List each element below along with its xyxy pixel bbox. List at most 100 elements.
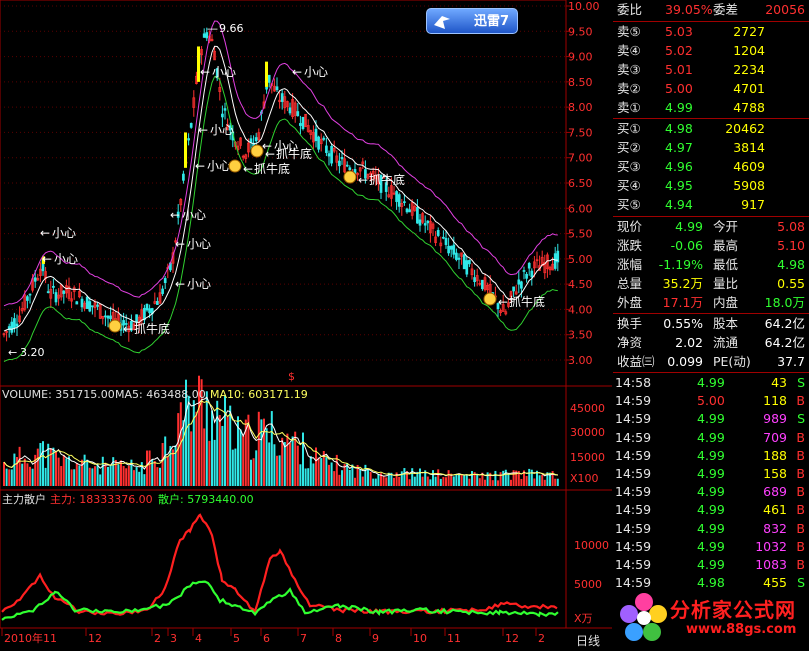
volume-bar — [91, 468, 94, 486]
volume-bar — [13, 453, 16, 486]
daily-tab[interactable]: 日线 — [576, 632, 600, 649]
candle-body — [163, 278, 167, 284]
volume-bar — [205, 391, 208, 486]
xunlei-popup-button[interactable]: 迅雷7 — [426, 8, 518, 34]
tick-side: B — [796, 538, 805, 554]
candle-body — [75, 301, 79, 305]
volume-bar — [426, 476, 429, 486]
volume-bar — [377, 473, 380, 486]
volume-bar — [458, 474, 460, 486]
stat-label: 最高 — [713, 238, 739, 253]
candle-body — [223, 108, 227, 111]
tick-time: 14:59 — [615, 466, 652, 481]
volume-bar — [317, 457, 320, 486]
volume-bar — [325, 457, 328, 486]
fund-value: 2.02 — [675, 335, 703, 350]
kline-chart-area[interactable]: ← 小心 ← 小心 ← 小心 ← 小心 ← 小心 ← 小心 ← 小心 ← 小心 ← 小心 ← 小心 ← 抓牛底 ← 抓牛底 ← 抓… — [0, 0, 612, 648]
volume-bar — [187, 395, 190, 486]
candle-body — [416, 207, 419, 224]
candle-body — [189, 123, 193, 128]
stat-value: -0.06 — [670, 238, 703, 253]
candle-body — [85, 296, 89, 309]
candle-body — [187, 138, 190, 141]
watermark-logo: 分析家公式网 www.88gs.com — [612, 588, 809, 648]
volume-bar — [283, 442, 286, 486]
candle-body — [317, 136, 320, 150]
candle-body — [522, 270, 526, 272]
zhuaniudi-label: 抓牛底 — [254, 161, 290, 176]
tick-price: 4.99 — [697, 557, 725, 572]
tick-volume: 1032 — [755, 538, 787, 554]
stat-value: -1.19% — [658, 257, 703, 272]
candle-body — [423, 223, 427, 226]
volume-bar — [429, 479, 432, 486]
volume-bar — [478, 478, 481, 486]
candle-body — [327, 153, 331, 157]
buy-row: 买③ 4.96 4609 — [613, 158, 809, 176]
arrow-label: ← — [292, 65, 302, 79]
volume-axis-label: X100 — [570, 472, 599, 485]
volume-bar — [159, 467, 161, 486]
candle-body — [436, 230, 440, 236]
tick-price: 4.99 — [697, 484, 725, 500]
volume-axis-label: 30000 — [570, 426, 605, 439]
volume-bar — [229, 405, 232, 486]
quote-panel: 委比 39.05% 委差 20056 卖⑤ 5.03 2727 卖④ 5.02 1204 卖… — [613, 0, 809, 648]
price-axis-label: 9.00 — [568, 51, 593, 64]
volume-bar — [166, 456, 169, 486]
buy-price: 4.96 — [665, 159, 693, 174]
fund-value: 37.7 — [777, 354, 805, 369]
tick-volume: 461 — [763, 502, 787, 518]
volume-bar — [68, 456, 70, 486]
arrow-label: ← — [358, 173, 368, 187]
arrow-label: ← — [42, 252, 52, 266]
buy-price: 4.95 — [665, 178, 693, 193]
volume-bar — [86, 459, 89, 486]
candle-body — [46, 291, 50, 293]
buy-label: 买① — [617, 121, 641, 136]
volume-bar — [403, 468, 406, 486]
volume-bar — [60, 466, 63, 486]
volume-bar — [476, 474, 479, 486]
volume-bar — [65, 458, 68, 486]
bird-icon — [434, 16, 450, 29]
volume-bar — [291, 436, 294, 486]
sell-row: 卖⑤ 5.03 2727 — [613, 23, 809, 41]
volume-bar — [143, 474, 146, 486]
volume-bar — [83, 454, 86, 486]
tick-time: 14:59 — [615, 429, 652, 445]
volume-bar — [125, 468, 128, 486]
stat-value: 4.99 — [675, 219, 703, 234]
buy-volume: 4609 — [733, 159, 765, 174]
tick-side: B — [796, 466, 805, 481]
volume-bar — [3, 462, 5, 486]
volume-bar — [416, 471, 419, 486]
arrow-label: ← — [243, 162, 253, 176]
volume-bar — [153, 461, 156, 486]
volume-bar — [528, 468, 531, 486]
volume-bar — [42, 441, 44, 486]
buy-volume: 3814 — [733, 140, 765, 155]
buy-price: 4.94 — [665, 197, 693, 212]
sanhu-value: 散户: 5793440.00 — [158, 492, 254, 506]
stat-value: 18.0万 — [764, 295, 805, 310]
watermark-brand: 分析家公式网 — [670, 598, 796, 622]
candle-body — [345, 164, 349, 167]
date-axis-label: 12 — [505, 632, 519, 645]
sell-label: 卖⑤ — [617, 24, 641, 39]
tick-row: 14:59 4.99 989 S — [613, 410, 809, 428]
sell-row: 卖② 5.00 4701 — [613, 80, 809, 98]
tick-price: 4.99 — [697, 520, 725, 536]
chart-canvas[interactable]: ← 小心← 小心← 小心← 小心← 小心← 小心← 小心← 小心← 小心← 小心← 抓牛底← 抓牛底← 抓… — [0, 0, 612, 648]
tick-price: 4.99 — [697, 411, 725, 427]
volume-bar — [369, 471, 372, 486]
volume-bar — [497, 480, 499, 486]
candle-body — [62, 290, 66, 294]
indicator-axis-label: 10000 — [574, 539, 609, 552]
volume-bar — [195, 411, 198, 486]
xunlei-label: 迅雷7 — [473, 14, 509, 29]
stat-label: 涨幅 — [617, 257, 643, 272]
sell-volume: 4701 — [733, 81, 765, 96]
date-axis-label: 7 — [300, 632, 307, 645]
sell-label: 卖① — [617, 100, 641, 115]
